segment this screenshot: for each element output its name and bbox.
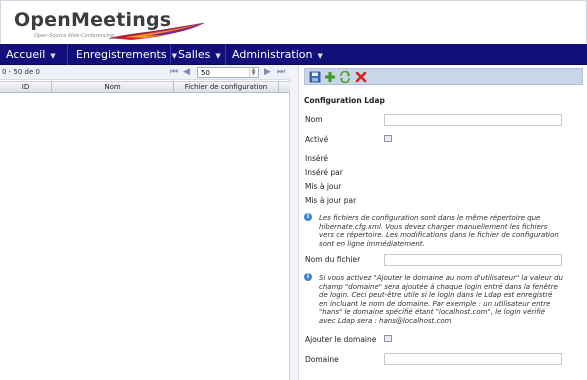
record-count: 0 - 50 de 0 [2, 68, 40, 76]
info-icon: i [304, 273, 312, 281]
nav-divider [225, 44, 226, 65]
ldap-list-panel: 0 - 50 de 0 ⏮ ◀ ▲▼ ▶ ⏭ ID Nom Fichier de… [0, 65, 290, 380]
active-label: Activé [305, 135, 329, 144]
ldap-form-panel: Configuration Ldap Nom Activé Inséré Ins… [300, 65, 587, 380]
column-header-config-file[interactable]: Fichier de configuration [174, 82, 279, 93]
chevron-down-icon: ▼ [317, 52, 323, 60]
add-domain-label: Ajouter le domaine [305, 335, 377, 344]
column-header-name[interactable]: Nom [52, 82, 174, 93]
info-icon: i [304, 213, 312, 221]
chevron-down-icon: ▼ [215, 52, 221, 60]
chevron-down-icon: ▼ [171, 52, 177, 60]
updated-label: Mis à jour [305, 182, 342, 191]
grid-header: ID Nom Fichier de configuration [0, 81, 290, 93]
delete-icon[interactable] [355, 71, 367, 83]
main-navbar: Accueil ▼ Enregistrements ▼ Salles ▼ Admini… [0, 44, 587, 65]
name-input[interactable] [384, 114, 562, 126]
last-page-icon[interactable]: ⏭ [277, 67, 285, 77]
name-label: Nom [305, 115, 323, 124]
active-checkbox[interactable] [384, 135, 392, 142]
domain-label: Domaine [305, 355, 339, 364]
file-name-label: Nom du fichier [305, 255, 361, 264]
nav-accueil-label: Accueil [6, 48, 46, 61]
refresh-icon[interactable] [339, 71, 351, 83]
nav-salles-label: Salles [178, 48, 211, 61]
prev-page-icon[interactable]: ◀ [183, 67, 190, 77]
nav-divider [170, 44, 171, 65]
nav-accueil[interactable]: Accueil ▼ [6, 44, 56, 65]
page-size-spinner[interactable]: ▲ ▼ [249, 68, 257, 77]
file-name-input[interactable] [384, 254, 562, 266]
logo-subtitle: Open-Source Web-Conferencing [34, 33, 115, 39]
nav-enregistrements-label: Enregistrements [76, 48, 167, 61]
pager-bar: 0 - 50 de 0 ⏮ ◀ ▲▼ ▶ ⏭ [0, 65, 290, 80]
app-header: OpenMeetings Open-Source Web-Conferencin… [0, 0, 587, 43]
column-header-id[interactable]: ID [0, 82, 52, 93]
nav-administration-label: Administration [232, 48, 313, 61]
form-title: Configuration Ldap [304, 96, 385, 105]
nav-divider [67, 44, 68, 65]
inserted-by-label: Inséré par [305, 168, 343, 177]
updated-by-label: Mis à jour par [305, 196, 357, 205]
chevron-down-icon: ▼ [50, 52, 56, 60]
nav-enregistrements[interactable]: Enregistrements ▼ [76, 44, 177, 65]
add-domain-info: Si vous activez "Ajouter le domaine au n… [319, 274, 563, 325]
form-toolbar [304, 68, 583, 85]
first-page-icon[interactable]: ⏮ [170, 67, 178, 77]
next-page-icon[interactable]: ▶ [264, 67, 271, 77]
feather-logo-icon [108, 22, 205, 40]
domain-input[interactable] [384, 353, 562, 365]
panel-splitter[interactable] [290, 65, 299, 380]
inserted-label: Inséré [305, 154, 329, 163]
nav-administration[interactable]: Administration ▼ [232, 44, 323, 65]
save-icon[interactable] [309, 71, 321, 83]
add-domain-checkbox[interactable] [384, 335, 392, 342]
add-icon[interactable] [324, 71, 336, 83]
config-files-info: Les fichiers de configuration sont dans … [319, 214, 559, 248]
nav-salles[interactable]: Salles ▼ [178, 44, 221, 65]
